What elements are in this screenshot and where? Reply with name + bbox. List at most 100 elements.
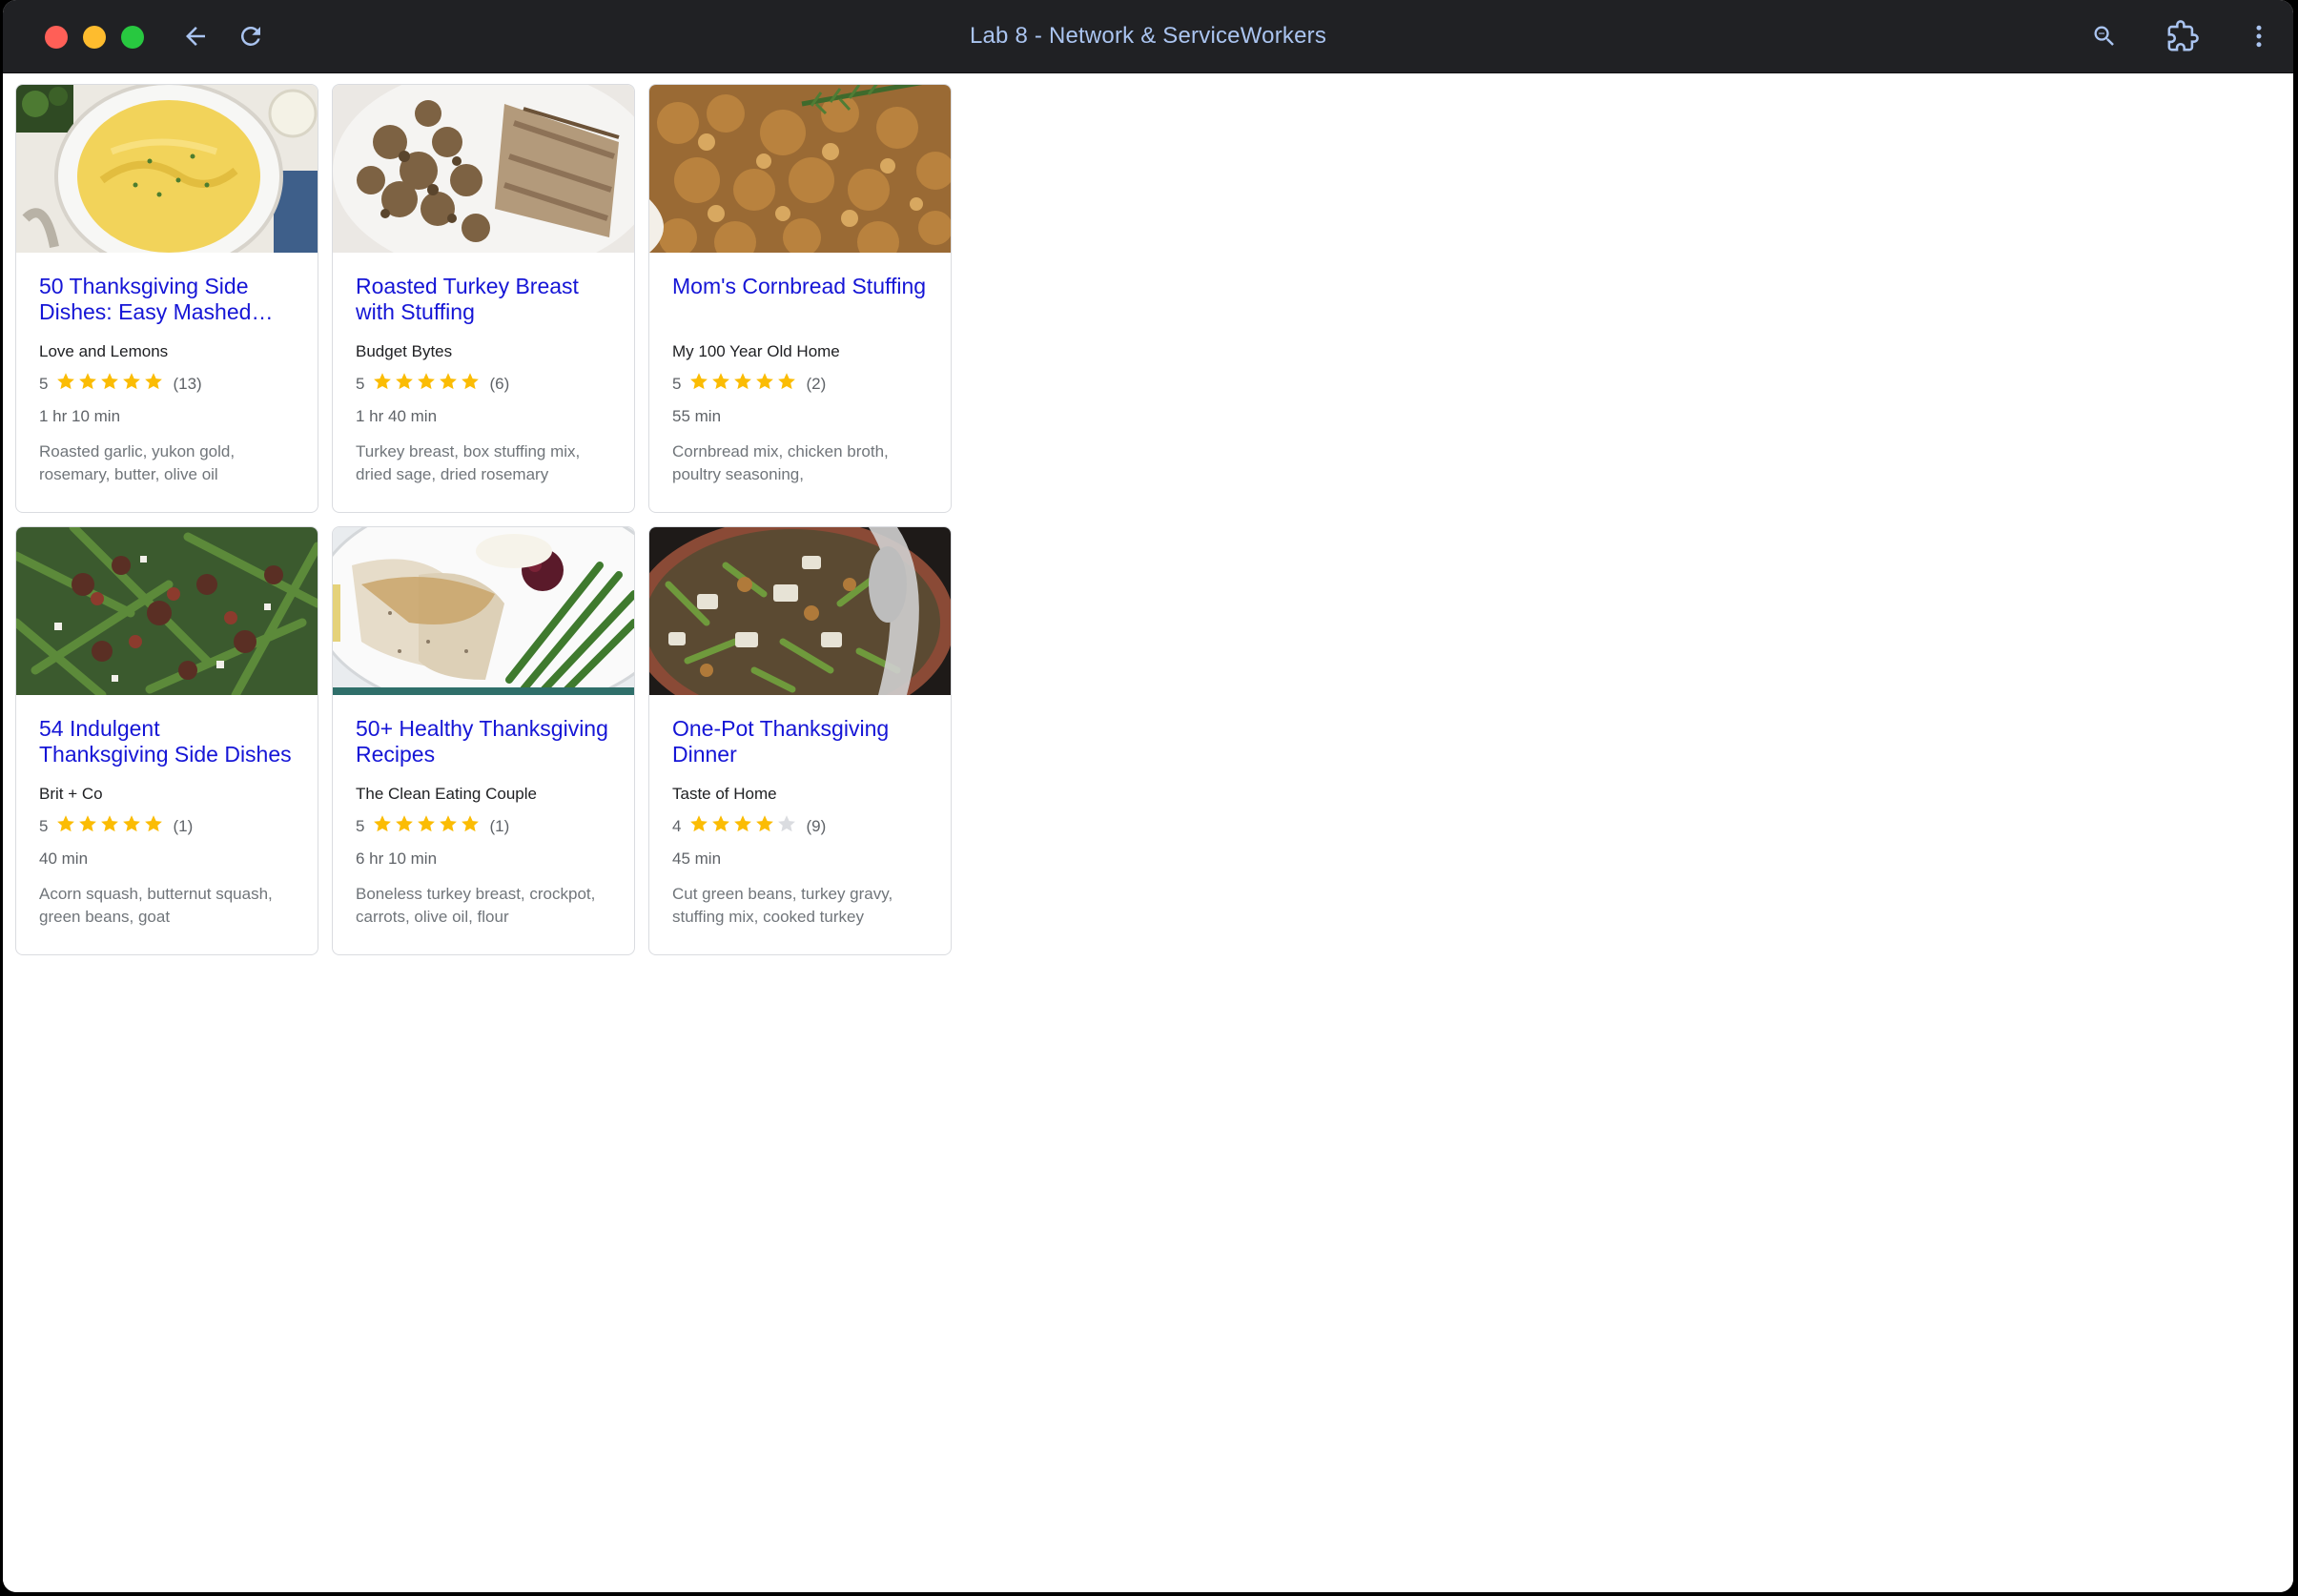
recipe-time: 55 min <box>672 407 722 425</box>
recipe-image[interactable] <box>649 527 951 695</box>
star-filled-icon <box>416 371 438 398</box>
review-count: (6) <box>489 375 510 393</box>
title-bar: Lab 8 - Network & ServiceWorkers <box>3 0 2293 73</box>
star-rating <box>55 813 165 840</box>
window-title: Lab 8 - Network & ServiceWorkers <box>969 23 1327 49</box>
review-count: (9) <box>806 817 827 835</box>
star-filled-icon <box>143 813 165 840</box>
star-rating <box>55 371 165 398</box>
recipe-time: 45 min <box>672 849 722 868</box>
star-filled-icon <box>710 371 732 398</box>
review-count: (2) <box>806 375 827 393</box>
star-filled-icon <box>55 371 77 398</box>
recipe-title[interactable]: Mom's Cornbread Stuffing <box>672 274 928 325</box>
recipe-card[interactable]: Mom's Cornbread Stuffing My 100 Year Old… <box>648 84 952 513</box>
star-filled-icon <box>394 371 416 398</box>
star-filled-icon <box>754 371 776 398</box>
recipe-source: My 100 Year Old Home <box>672 342 840 360</box>
recipe-card[interactable]: 50+ Healthy Thanksgiving Recipes The Cle… <box>332 526 635 955</box>
recipe-card-body: Mom's Cornbread Stuffing My 100 Year Old… <box>649 253 951 486</box>
recipe-image[interactable] <box>16 527 318 695</box>
back-button[interactable] <box>176 17 215 55</box>
recipe-title[interactable]: 54 Indulgent Thanksgiving Side Dishes <box>39 716 295 767</box>
minimize-window-button[interactable] <box>83 26 106 49</box>
recipe-title[interactable]: One-Pot Thanksgiving Dinner <box>672 716 928 767</box>
star-filled-icon <box>394 813 416 840</box>
maximize-window-button[interactable] <box>121 26 144 49</box>
recipe-source: Taste of Home <box>672 785 777 803</box>
reload-button[interactable] <box>232 17 270 55</box>
recipe-card[interactable]: One-Pot Thanksgiving Dinner Taste of Hom… <box>648 526 952 955</box>
star-filled-icon <box>143 371 165 398</box>
star-filled-icon <box>460 371 482 398</box>
page-content: 50 Thanksgiving Side Dishes: Easy Mashed… <box>3 73 2293 1592</box>
rating-row: 5 (6) <box>356 371 611 398</box>
reload-icon <box>236 22 265 51</box>
recipe-ingredients: Roasted garlic, yukon gold, rosemary, bu… <box>39 442 236 483</box>
kebab-menu-icon <box>2245 22 2273 51</box>
recipe-card[interactable]: Roasted Turkey Breast with Stuffing Budg… <box>332 84 635 513</box>
extensions-button[interactable] <box>2164 17 2202 55</box>
star-filled-icon <box>438 371 460 398</box>
arrow-left-icon <box>181 22 210 51</box>
recipe-grid: 50 Thanksgiving Side Dishes: Easy Mashed… <box>15 84 952 955</box>
star-rating <box>688 813 798 840</box>
recipe-ingredients: Cut green beans, turkey gravy, stuffing … <box>672 885 893 926</box>
recipe-time: 40 min <box>39 849 89 868</box>
recipe-card-body: 50 Thanksgiving Side Dishes: Easy Mashed… <box>16 253 318 486</box>
recipe-image[interactable] <box>649 85 951 253</box>
star-filled-icon <box>688 813 710 840</box>
rating-value: 5 <box>356 817 365 835</box>
menu-button[interactable] <box>2240 17 2278 55</box>
recipe-source: Brit + Co <box>39 785 103 803</box>
recipe-ingredients: Acorn squash, butternut squash, green be… <box>39 885 273 926</box>
recipe-source: Budget Bytes <box>356 342 453 360</box>
recipe-image[interactable] <box>16 85 318 253</box>
recipe-card[interactable]: 50 Thanksgiving Side Dishes: Easy Mashed… <box>15 84 318 513</box>
rating-value: 5 <box>39 375 49 393</box>
recipe-title[interactable]: Roasted Turkey Breast with Stuffing <box>356 274 611 325</box>
puzzle-piece-icon <box>2166 20 2199 52</box>
browser-window: Lab 8 - Network & ServiceWorkers 50 Than… <box>3 0 2293 1592</box>
star-filled-icon <box>710 813 732 840</box>
star-filled-icon <box>372 813 394 840</box>
star-filled-icon <box>372 371 394 398</box>
star-filled-icon <box>77 371 99 398</box>
recipe-image[interactable] <box>333 527 634 695</box>
recipe-image[interactable] <box>333 85 634 253</box>
review-count: (1) <box>173 817 194 835</box>
zoom-icon <box>2091 23 2118 50</box>
recipe-ingredients: Boneless turkey breast, crockpot, carrot… <box>356 885 596 926</box>
star-filled-icon <box>99 813 121 840</box>
star-rating <box>688 371 798 398</box>
recipe-title[interactable]: 50 Thanksgiving Side Dishes: Easy Mashed… <box>39 274 295 325</box>
star-filled-icon <box>776 371 798 398</box>
rating-value: 5 <box>672 375 682 393</box>
rating-row: 4 (9) <box>672 813 928 840</box>
zoom-button[interactable] <box>2085 17 2124 55</box>
recipe-card-body: One-Pot Thanksgiving Dinner Taste of Hom… <box>649 695 951 929</box>
recipe-title[interactable]: 50+ Healthy Thanksgiving Recipes <box>356 716 611 767</box>
close-window-button[interactable] <box>45 26 68 49</box>
star-filled-icon <box>754 813 776 840</box>
recipe-time: 1 hr 10 min <box>39 407 121 425</box>
star-empty-icon <box>776 813 798 840</box>
rating-row: 5 (1) <box>39 813 295 840</box>
recipe-ingredients: Cornbread mix, chicken broth, poultry se… <box>672 442 889 483</box>
recipe-source: The Clean Eating Couple <box>356 785 537 803</box>
recipe-time: 1 hr 40 min <box>356 407 438 425</box>
star-filled-icon <box>732 371 754 398</box>
recipe-time: 6 hr 10 min <box>356 849 438 868</box>
recipe-card[interactable]: 54 Indulgent Thanksgiving Side Dishes Br… <box>15 526 318 955</box>
rating-row: 5 (2) <box>672 371 928 398</box>
star-filled-icon <box>55 813 77 840</box>
rating-value: 5 <box>356 375 365 393</box>
recipe-source: Love and Lemons <box>39 342 169 360</box>
star-filled-icon <box>438 813 460 840</box>
recipe-card-body: Roasted Turkey Breast with Stuffing Budg… <box>333 253 634 486</box>
rating-value: 5 <box>39 817 49 835</box>
star-filled-icon <box>99 371 121 398</box>
rating-value: 4 <box>672 817 682 835</box>
star-rating <box>372 371 482 398</box>
star-filled-icon <box>460 813 482 840</box>
